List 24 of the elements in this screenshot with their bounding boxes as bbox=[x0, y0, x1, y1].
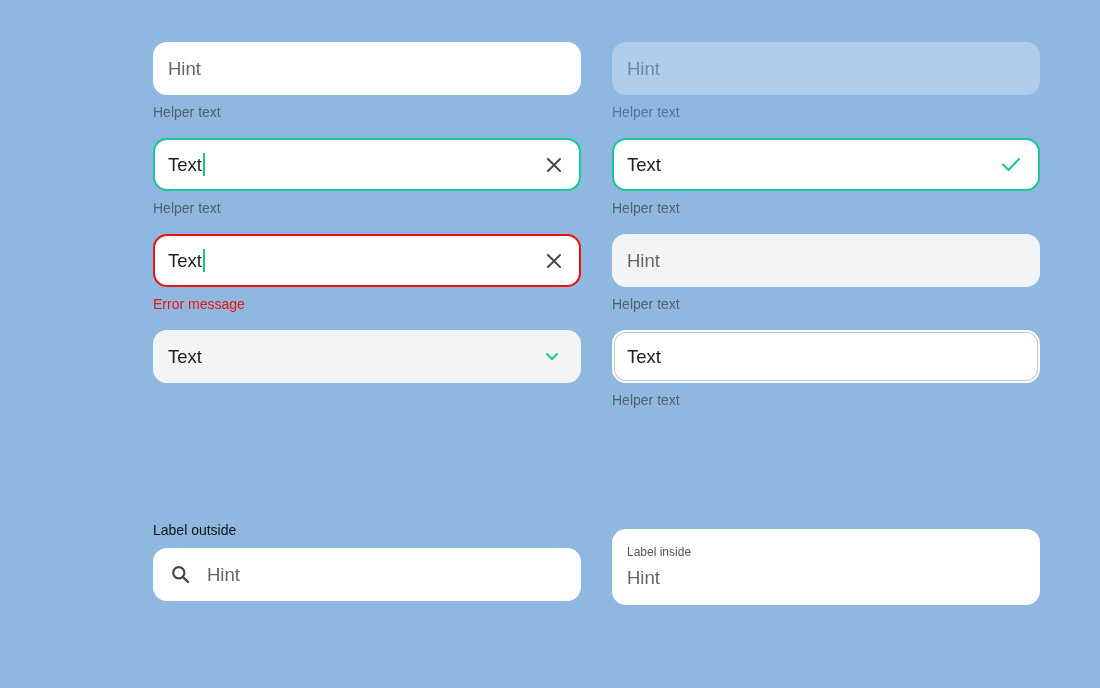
text-cursor-icon bbox=[202, 249, 205, 272]
field-label: Label inside bbox=[627, 545, 692, 559]
text-field[interactable]: Text bbox=[612, 330, 1040, 383]
text-field[interactable]: Hint bbox=[612, 234, 1040, 287]
field-label: Label outside bbox=[153, 522, 238, 539]
helper-text: Helper text bbox=[153, 103, 222, 121]
search-icon bbox=[172, 566, 189, 583]
clear-icon[interactable] bbox=[547, 157, 561, 172]
text-field[interactable]: Text bbox=[612, 138, 1040, 191]
helper-text: Helper text bbox=[612, 103, 681, 121]
text-field[interactable]: Hint bbox=[153, 42, 581, 95]
text-field[interactable]: Text bbox=[153, 138, 581, 191]
helper-text: Helper text bbox=[612, 391, 681, 409]
helper-text: Helper text bbox=[153, 199, 222, 217]
helper-text: Helper text bbox=[612, 199, 681, 217]
helper-text: Helper text bbox=[612, 295, 681, 313]
clear-icon[interactable] bbox=[547, 253, 561, 268]
text-cursor-icon bbox=[202, 153, 205, 176]
search-field[interactable]: Hint bbox=[153, 548, 581, 601]
check-icon bbox=[1002, 158, 1020, 171]
text-field[interactable]: Label inside Hint bbox=[612, 529, 1040, 605]
error-message: Error message bbox=[153, 295, 246, 313]
dropdown-field[interactable]: Text bbox=[153, 330, 581, 383]
text-field[interactable]: Text bbox=[153, 234, 581, 287]
